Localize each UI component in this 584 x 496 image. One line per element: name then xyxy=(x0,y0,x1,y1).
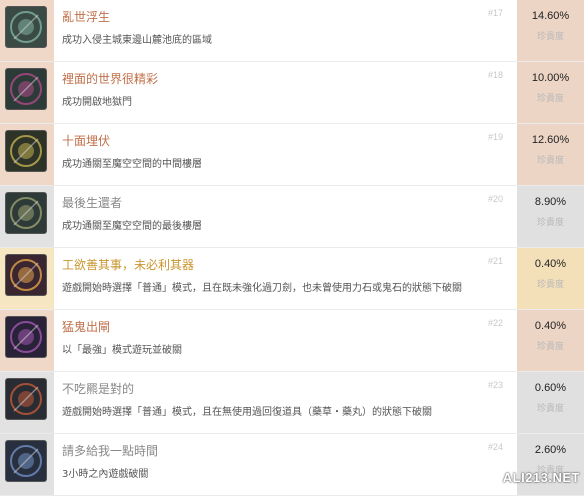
unlock-percentage: 10.00% xyxy=(531,72,570,84)
achievement-icon xyxy=(5,130,47,172)
unlock-percentage: 8.90% xyxy=(534,196,567,208)
achievement-row[interactable]: 請多給我一點時間 3小時之內遊戲破關 #24 2.60% 珍貴度 xyxy=(0,434,584,496)
achievement-description: 遊戲開始時選擇「普通」模式，且在既未強化過刀劍，也未曾使用力石或鬼石的狀態下破關 xyxy=(62,283,462,294)
unlock-percentage: 0.40% xyxy=(534,258,567,270)
achievement-icon xyxy=(5,192,47,234)
achievement-description: 3小時之內遊戲破關 xyxy=(62,469,149,480)
achievement-description: 成功通關至魔空空間的中間樓層 xyxy=(62,159,202,170)
unlock-percentage: 12.60% xyxy=(531,134,570,146)
achievement-number: #24 xyxy=(488,442,504,452)
achievement-title: 不吃羆是對的 xyxy=(62,382,135,396)
rarity-label: 珍貴度 xyxy=(536,404,564,414)
rarity-label: 珍貴度 xyxy=(536,32,564,42)
unlock-percentage: 0.40% xyxy=(534,320,567,332)
achievement-description: 遊戲開始時選擇「普通」模式，且在無使用過回復道具（藥草・藥丸）的狀態下破關 xyxy=(62,407,432,418)
achievement-icon xyxy=(5,440,47,482)
achievement-row[interactable]: 十面埋伏 成功通關至魔空空間的中間樓層 #19 12.60% 珍貴度 xyxy=(0,124,584,186)
achievement-row[interactable]: 最後生還者 成功通關至魔空空間的最後樓層 #20 8.90% 珍貴度 xyxy=(0,186,584,248)
achievement-row[interactable]: 工欲善其事，未必利其器 遊戲開始時選擇「普通」模式，且在既未強化過刀劍，也未曾使… xyxy=(0,248,584,310)
achievement-number: #20 xyxy=(488,194,504,204)
achievement-icon xyxy=(5,6,47,48)
achievement-title: 最後生還者 xyxy=(62,196,123,210)
unlock-percentage: 0.60% xyxy=(534,382,567,394)
achievement-icon xyxy=(5,254,47,296)
achievement-title: 十面埋伏 xyxy=(62,134,111,148)
achievement-description: 成功入侵主城東邊山麓池底的區域 xyxy=(62,35,212,46)
rarity-column: 0.40% 珍貴度 xyxy=(517,248,584,309)
rarity-label: 珍貴度 xyxy=(536,218,564,228)
achievement-number: #19 xyxy=(488,132,504,142)
rarity-column: 0.60% 珍貴度 xyxy=(517,372,584,433)
rarity-column: 14.60% 珍貴度 xyxy=(517,0,584,61)
achievement-description: 以「最強」模式遊玩並破關 xyxy=(62,345,182,356)
achievement-row[interactable]: 猛鬼出閘 以「最強」模式遊玩並破關 #22 0.40% 珍貴度 xyxy=(0,310,584,372)
unlock-percentage: 2.60% xyxy=(534,444,567,456)
achievement-title: 猛鬼出閘 xyxy=(62,320,111,334)
rarity-label: 珍貴度 xyxy=(536,280,564,290)
unlock-percentage: 14.60% xyxy=(531,10,570,22)
achievement-icon xyxy=(5,378,47,420)
rarity-column: 10.00% 珍貴度 xyxy=(517,62,584,123)
achievement-description: 成功開啟地獄門 xyxy=(62,97,132,108)
achievement-icon xyxy=(5,68,47,110)
achievement-title: 請多給我一點時間 xyxy=(62,444,159,458)
achievement-row[interactable]: 裡面的世界很精彩 成功開啟地獄門 #18 10.00% 珍貴度 xyxy=(0,62,584,124)
achievement-list: 亂世浮生 成功入侵主城東邊山麓池底的區域 #17 14.60% 珍貴度 裡面的世… xyxy=(0,0,584,496)
rarity-column: 2.60% 珍貴度 xyxy=(517,434,584,495)
achievement-number: #23 xyxy=(488,380,504,390)
achievement-title: 工欲善其事，未必利其器 xyxy=(62,258,195,272)
achievement-row[interactable]: 不吃羆是對的 遊戲開始時選擇「普通」模式，且在無使用過回復道具（藥草・藥丸）的狀… xyxy=(0,372,584,434)
achievement-title: 亂世浮生 xyxy=(62,10,111,24)
rarity-column: 0.40% 珍貴度 xyxy=(517,310,584,371)
achievement-row[interactable]: 亂世浮生 成功入侵主城東邊山麓池底的區域 #17 14.60% 珍貴度 xyxy=(0,0,584,62)
achievement-title: 裡面的世界很精彩 xyxy=(62,72,159,86)
site-watermark: ALI213.NET xyxy=(502,470,580,485)
achievement-number: #22 xyxy=(488,318,504,328)
achievement-number: #21 xyxy=(488,256,504,266)
achievement-description: 成功通關至魔空空間的最後樓層 xyxy=(62,221,202,232)
rarity-label: 珍貴度 xyxy=(536,94,564,104)
rarity-column: 12.60% 珍貴度 xyxy=(517,124,584,185)
rarity-label: 珍貴度 xyxy=(536,342,564,352)
achievement-number: #17 xyxy=(488,8,504,18)
rarity-column: 8.90% 珍貴度 xyxy=(517,186,584,247)
achievement-icon xyxy=(5,316,47,358)
achievement-number: #18 xyxy=(488,70,504,80)
rarity-label: 珍貴度 xyxy=(536,156,564,166)
